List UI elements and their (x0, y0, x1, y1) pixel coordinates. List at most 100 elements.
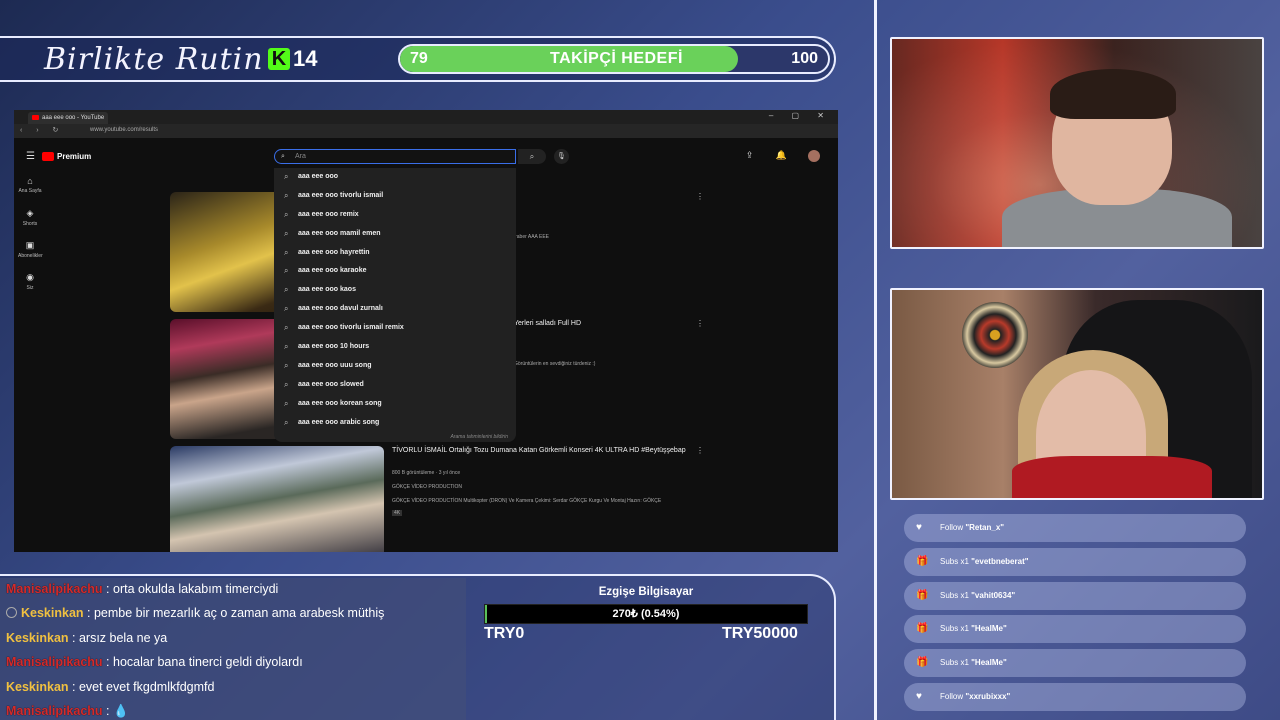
video-description: Görüntülerin en sevdiğiniz türdeniz :) (514, 361, 596, 367)
channel-name[interactable]: GÖKÇE VİDEO PRODUCTION (392, 484, 462, 490)
address-bar: ‹ › ↻ www.youtube.com/results (14, 124, 838, 138)
browser-tab[interactable]: aaa eee ooo - YouTube (28, 112, 108, 124)
event-text: Follow "Retan_x" (940, 514, 1004, 542)
search-suggestion[interactable]: aaa eee ooo 10 hours (274, 338, 516, 357)
donation-min: TRY0 (484, 625, 525, 642)
event-type: Subs x1 (940, 556, 969, 566)
event-text: Subs x1 "vahit0634" (940, 582, 1015, 610)
layout-divider (874, 0, 877, 720)
more-options-icon[interactable]: ⋮ (696, 192, 704, 201)
chat-text: : orta okulda lakabım timerciydi (106, 582, 279, 596)
video-title[interactable]: TİVORLU İSMAİL Ortalığı Tozu Dumana Kata… (392, 446, 692, 456)
event-type: Subs x1 (940, 624, 969, 634)
sidebar-item-home[interactable]: ⌂ Ana Sayfa (18, 176, 42, 208)
donation-bar-fill (485, 605, 487, 623)
goal-label: TAKİPÇİ HEDEFİ (550, 50, 683, 67)
gift-icon: 🎁 (916, 589, 929, 601)
url-field[interactable]: www.youtube.com/results (90, 127, 158, 133)
goal-current: 79 (410, 50, 428, 67)
browser-tabbar: aaa eee ooo - YouTube – ▢ ✕ (14, 110, 838, 124)
donation-amount: 270₺ (0.54%) (612, 608, 680, 620)
avatar[interactable] (808, 150, 820, 162)
chat-message: Keskinkan : arsız bela ne ya (0, 627, 466, 651)
youtube-logo-text[interactable]: Premium (57, 152, 91, 161)
chat-message: Keskinkan : pembe bir mezarlık aç o zama… (0, 602, 466, 626)
search-suggestion[interactable]: aaa eee ooo remix (274, 206, 516, 225)
event-user: "evetbneberat" (971, 556, 1029, 566)
chat-username[interactable]: Manisalipikachu (6, 655, 103, 669)
chat-message: Manisalipikachu : orta okulda lakabım ti… (0, 578, 466, 602)
search-suggestion[interactable]: aaa eee ooo davul zurnalı (274, 300, 516, 319)
search-suggestion[interactable]: aaa eee ooo kaos (274, 281, 516, 300)
search-suggestion[interactable]: aaa eee ooo (274, 168, 516, 187)
search-suggestion[interactable]: aaa eee ooo korean song (274, 395, 516, 414)
event-item: 🎁 Subs x1 "evetbneberat" (904, 547, 1246, 576)
webcam-streamer (890, 37, 1264, 249)
sidebar-item-you[interactable]: ◉ Siz (18, 272, 42, 304)
chat-text: : 💧 (106, 703, 129, 718)
event-user: "HealMe" (971, 658, 1007, 668)
search-icon: ⌕ (281, 153, 285, 160)
video-description: GÖKÇE VİDEO PRODUCTİON Multikopter (DRON… (392, 498, 662, 504)
nav-buttons[interactable]: ‹ › ↻ (20, 126, 64, 134)
donation-goal: Ezgişe Bilgisayar 270₺ (0.54%) (484, 586, 808, 624)
report-predictions-link[interactable]: Arama tahminlerini bildirin (450, 434, 508, 440)
sidebar-item-shorts[interactable]: ◈ Shorts (18, 208, 42, 240)
home-icon: ⌂ (27, 176, 33, 186)
search-suggestion[interactable]: aaa eee ooo hayrettin (274, 244, 516, 263)
search-suggestion[interactable]: aaa eee ooo tivorlu ismail (274, 187, 516, 206)
chat-username[interactable]: Keskinkan (21, 606, 84, 620)
subscriptions-icon: ▣ (25, 240, 35, 250)
gift-icon: 🎁 (916, 555, 929, 567)
webcam-figure (1012, 456, 1212, 498)
heart-icon: ♥ (916, 690, 922, 702)
chat-message: Manisalipikachu : 💧 (0, 700, 466, 720)
window-controls[interactable]: – ▢ ✕ (769, 111, 832, 120)
search-input[interactable]: ⌕ Ara (274, 149, 516, 164)
goal-target: 100 (791, 50, 818, 67)
event-type: Follow (940, 523, 964, 532)
sidebar-item-label: Abonelikler (18, 253, 43, 259)
donation-title: Ezgişe Bilgisayar (598, 586, 694, 598)
brand-title: Birlikte Rutin (44, 42, 264, 77)
event-text: Follow "xxrubixxx" (940, 683, 1010, 711)
search-suggestion[interactable]: aaa eee ooo uuu song (274, 357, 516, 376)
dartboard (962, 302, 1028, 368)
menu-icon[interactable]: ☰ (26, 151, 35, 162)
more-options-icon[interactable]: ⋮ (696, 446, 704, 455)
search-suggestion[interactable]: aaa eee ooo slowed (274, 376, 516, 395)
donation-max: TRY50000 (722, 625, 798, 642)
search-button[interactable]: ⌕ (518, 149, 546, 164)
more-options-icon[interactable]: ⋮ (696, 319, 704, 328)
chat-username[interactable]: Keskinkan (6, 680, 69, 694)
video-title[interactable]: Yerleri salladı Full HD (514, 319, 814, 329)
youtube-logo-icon[interactable] (42, 152, 54, 161)
video-thumbnail[interactable] (170, 446, 384, 552)
gift-icon: 🎁 (916, 623, 929, 635)
search-suggestion[interactable]: aaa eee ooo arabic song (274, 414, 516, 433)
chat-box: Manisalipikachu : orta okulda lakabım ti… (0, 578, 466, 720)
event-item: 🎁 Subs x1 "vahit0634" (904, 581, 1246, 610)
chat-username[interactable]: Manisalipikachu (6, 582, 103, 596)
search-suggestion[interactable]: aaa eee ooo karaoke (274, 262, 516, 281)
search-placeholder: Ara (295, 153, 306, 160)
sidebar-item-subscriptions[interactable]: ▣ Abonelikler (18, 240, 43, 272)
follower-goal-bar: 79 TAKİPÇİ HEDEFİ 100 (398, 44, 830, 74)
kick-viewer-count: 14 (293, 46, 318, 71)
mic-icon[interactable]: 🎙 (554, 149, 569, 164)
you-icon: ◉ (26, 272, 34, 282)
event-item: ♥ Follow "xxrubixxx" (904, 682, 1246, 711)
event-user: "vahit0634" (971, 590, 1016, 600)
heart-icon: ♥ (916, 522, 922, 533)
search-suggestion[interactable]: aaa eee ooo mamil emen (274, 225, 516, 244)
search-suggestion[interactable]: aaa eee ooo tivorlu ismail remix (274, 319, 516, 338)
chat-username[interactable]: Manisalipikachu (6, 704, 103, 718)
sidebar-item-label: Siz (26, 285, 34, 291)
video-meta: 800 B görüntüleme · 3 yıl önce (392, 470, 461, 476)
chat-message: Keskinkan : evet evet fkgdmlkfdgmfd (0, 676, 466, 700)
event-text: Subs x1 "HealMe" (940, 649, 1007, 677)
browser-window: aaa eee ooo - YouTube – ▢ ✕ ‹ › ↻ www.yo… (14, 110, 838, 552)
event-user: "HealMe" (971, 624, 1007, 634)
event-type: Follow (940, 691, 964, 701)
chat-username[interactable]: Keskinkan (6, 631, 69, 645)
